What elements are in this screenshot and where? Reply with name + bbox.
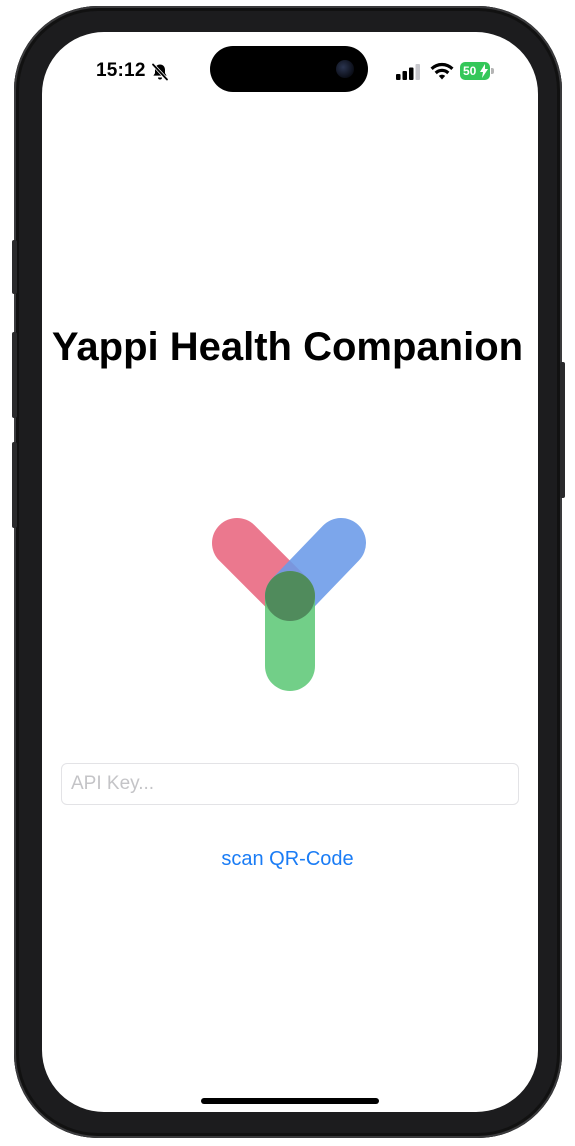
volume-down-button xyxy=(12,442,17,528)
scan-qr-code-link[interactable]: scan QR-Code xyxy=(0,848,575,871)
cellular-signal-icon xyxy=(396,64,420,80)
charging-bolt-icon xyxy=(480,64,488,78)
logo-center xyxy=(265,571,315,621)
bell-slash-icon xyxy=(151,63,169,81)
power-button xyxy=(560,362,565,498)
camera-icon xyxy=(336,60,354,78)
app-title: Yappi Health Companion xyxy=(51,325,524,369)
battery-nub xyxy=(491,68,494,74)
api-key-input[interactable] xyxy=(61,763,519,805)
home-indicator[interactable] xyxy=(201,1098,379,1104)
wifi-icon xyxy=(430,62,454,80)
scan-qr-code-label[interactable]: scan QR-Code xyxy=(221,848,353,870)
yappi-logo-icon xyxy=(212,518,366,691)
dynamic-island xyxy=(210,46,368,92)
action-button xyxy=(12,240,17,294)
status-time: 15:12 xyxy=(96,60,146,81)
battery-indicator: 50 xyxy=(460,62,494,80)
battery-percent: 50 xyxy=(463,64,477,78)
